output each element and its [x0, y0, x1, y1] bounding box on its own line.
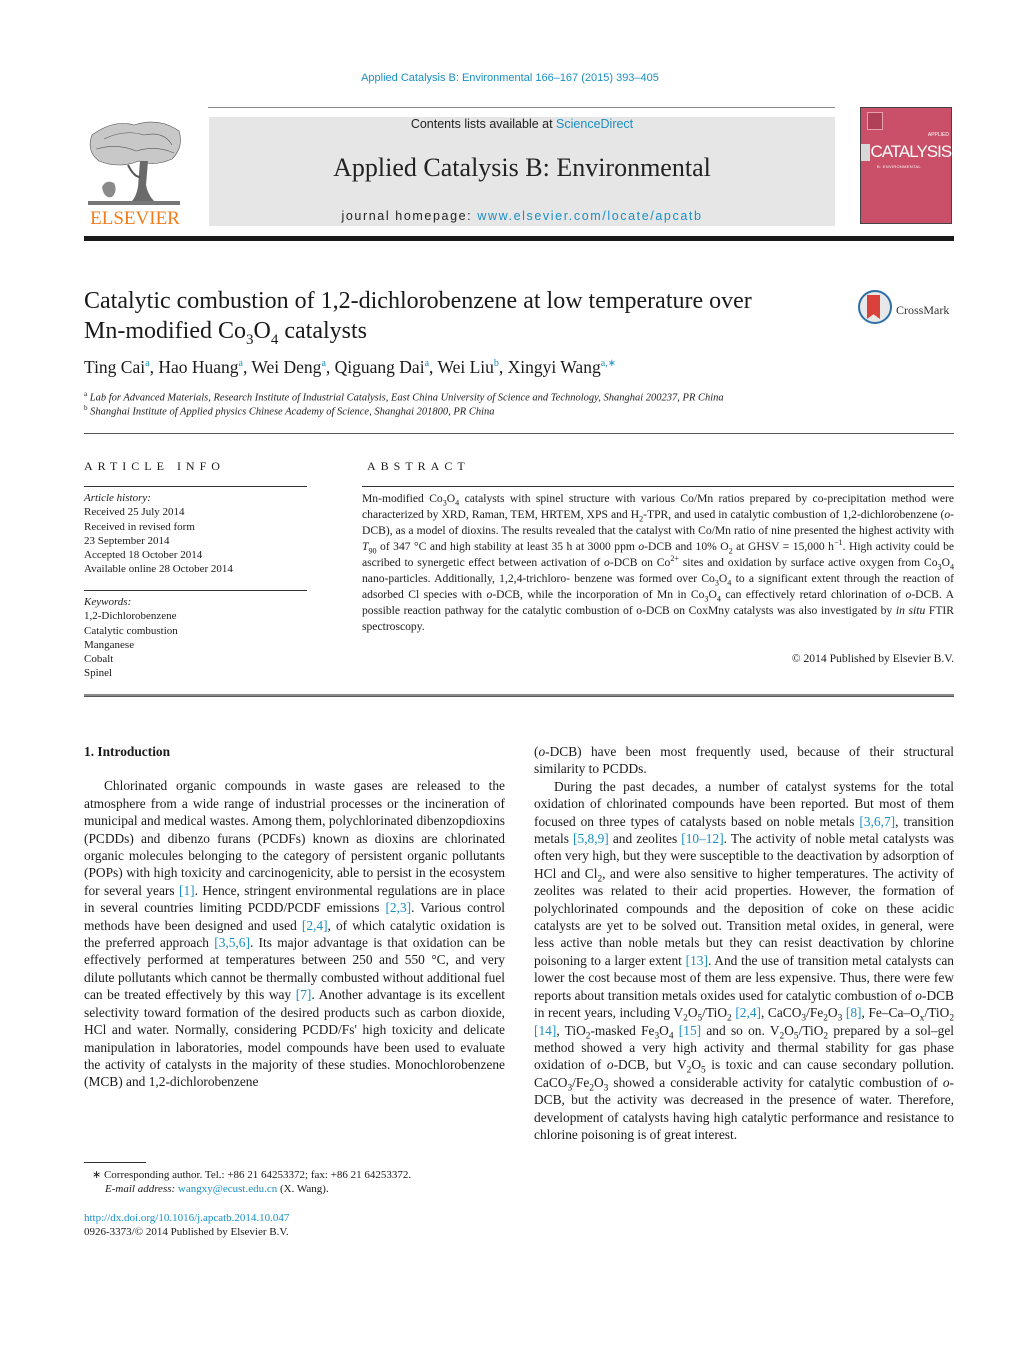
reference-link[interactable]: [10–12] [681, 831, 723, 846]
history-item: Received 25 July 2014 [84, 506, 185, 519]
keywords-heading: Keywords: [84, 596, 132, 608]
cover-applied-label: APPLIED [927, 132, 949, 138]
corresponding-author-footnote: ∗ Corresponding author. Tel.: +86 21 642… [92, 1169, 412, 1181]
reference-link[interactable]: [2,3] [385, 900, 411, 915]
reference-link[interactable]: [13] [686, 953, 708, 968]
keyword: Cobalt [84, 653, 114, 666]
author[interactable]: Hao Huanga [158, 357, 243, 377]
paragraph: During the past decades, a number of cat… [534, 778, 955, 1142]
cover-title: CATALYSIS [870, 142, 952, 161]
paragraph: (o-DCB) have been most frequently used, … [534, 744, 954, 777]
article-title: Catalytic combustion of 1,2-dichlorobenz… [84, 288, 752, 348]
keywords: Keywords: 1,2-Dichlorobenzene Catalytic … [84, 595, 307, 681]
author[interactable]: Wei Denga [251, 357, 325, 377]
contents-line: Contents lists available at ScienceDirec… [209, 117, 835, 131]
contents-prefix: Contents lists available at [410, 117, 557, 131]
homepage-line: journal homepage: www.elsevier.com/locat… [209, 209, 835, 223]
email-footnote: E-mail address: wangxy@ecust.edu.cn (X. … [105, 1183, 329, 1195]
reference-link[interactable]: [14] [534, 1023, 556, 1038]
keyword: Manganese [84, 638, 135, 651]
email-link[interactable]: wangxy@ecust.edu.cn [178, 1183, 277, 1195]
crossmark-label: CrossMark [896, 303, 950, 317]
reference-link[interactable]: [3,5,6] [214, 935, 250, 950]
elsevier-tree-icon [84, 117, 184, 207]
header-thick-rule [84, 236, 954, 241]
keyword: 1,2-Dichlorobenzene [84, 610, 177, 623]
body-column-right: (o-DCB) have been most frequently used, … [534, 743, 954, 1143]
elsevier-logo[interactable]: ELSEVIER [84, 117, 186, 229]
affiliation-a: a Lab for Advanced Materials, Research I… [84, 390, 724, 404]
homepage-link[interactable]: www.elsevier.com/locate/apcatb [477, 209, 702, 223]
front-matter-rule [84, 694, 954, 697]
journal-citation[interactable]: Applied Catalysis B: Environmental 166–1… [0, 72, 1020, 84]
reference-link[interactable]: [7] [296, 987, 312, 1002]
crossmark-button[interactable]: CrossMark [858, 290, 958, 330]
body-column-left: 1. Introduction Chlorinated organic comp… [84, 743, 505, 1091]
author[interactable]: Xingyi Wanga,∗ [508, 357, 616, 377]
history-item: 23 September 2014 [84, 534, 170, 547]
journal-title: Applied Catalysis B: Environmental [333, 153, 711, 182]
section-heading-introduction: 1. Introduction [84, 744, 171, 759]
keyword: Spinel [84, 667, 113, 680]
article-history: Article history: Received 25 July 2014 R… [84, 491, 307, 577]
elsevier-wordmark: ELSEVIER [90, 208, 180, 229]
journal-cover-thumbnail[interactable]: APPLIED CATALYSIS B: ENVIRONMENTAL [860, 107, 952, 224]
history-item: Available online 28 October 2014 [84, 563, 233, 576]
reference-link[interactable]: [1] [179, 883, 195, 898]
journal-masthead: Contents lists available at ScienceDirec… [209, 117, 835, 226]
abstract-rule [362, 486, 954, 487]
keywords-rule [84, 590, 307, 591]
reference-link[interactable]: [5,8,9] [573, 831, 609, 846]
author-list: Ting Caia, Hao Huanga, Wei Denga, Qiguan… [84, 357, 617, 377]
reference-link[interactable]: [8] [846, 1005, 862, 1020]
author[interactable]: Wei Liub [437, 357, 498, 377]
cover-logo-icon [867, 112, 883, 130]
article-info-rule [84, 486, 307, 487]
history-item: Accepted 18 October 2014 [84, 549, 203, 562]
keyword: Catalytic combustion [84, 624, 178, 637]
header-rule [208, 107, 835, 108]
footnote-rule [84, 1162, 146, 1163]
affiliation-b: b Shanghai Institute of Applied physics … [84, 404, 495, 418]
title-block-rule [84, 433, 954, 434]
reference-link[interactable]: [3,6,7] [859, 814, 895, 829]
cover-subtitle: B: ENVIRONMENTAL [877, 164, 921, 169]
author[interactable]: Ting Caia [84, 357, 150, 377]
history-heading: Article history: [84, 492, 151, 504]
article-info-label: ARTICLE INFO [84, 459, 225, 473]
abstract-copyright: © 2014 Published by Elsevier B.V. [791, 652, 954, 665]
reference-link[interactable]: [2,4] [302, 918, 328, 933]
paragraph: Chlorinated organic compounds in waste g… [84, 778, 506, 1090]
issn-line: 0926-3373/© 2014 Published by Elsevier B… [84, 1226, 289, 1238]
author[interactable]: Qiguang Daia [335, 357, 429, 377]
reference-link[interactable]: [2,4] [735, 1005, 761, 1020]
abstract-label: ABSTRACT [367, 459, 470, 473]
sciencedirect-link[interactable]: ScienceDirect [556, 117, 633, 131]
reference-link[interactable]: [15] [679, 1023, 701, 1038]
history-item: Received in revised form [84, 520, 195, 533]
homepage-prefix: journal homepage: [341, 209, 478, 223]
abstract-text: Mn-modified Co3O4 catalysts with spinel … [362, 492, 955, 633]
doi-link[interactable]: http://dx.doi.org/10.1016/j.apcatb.2014.… [84, 1212, 289, 1224]
